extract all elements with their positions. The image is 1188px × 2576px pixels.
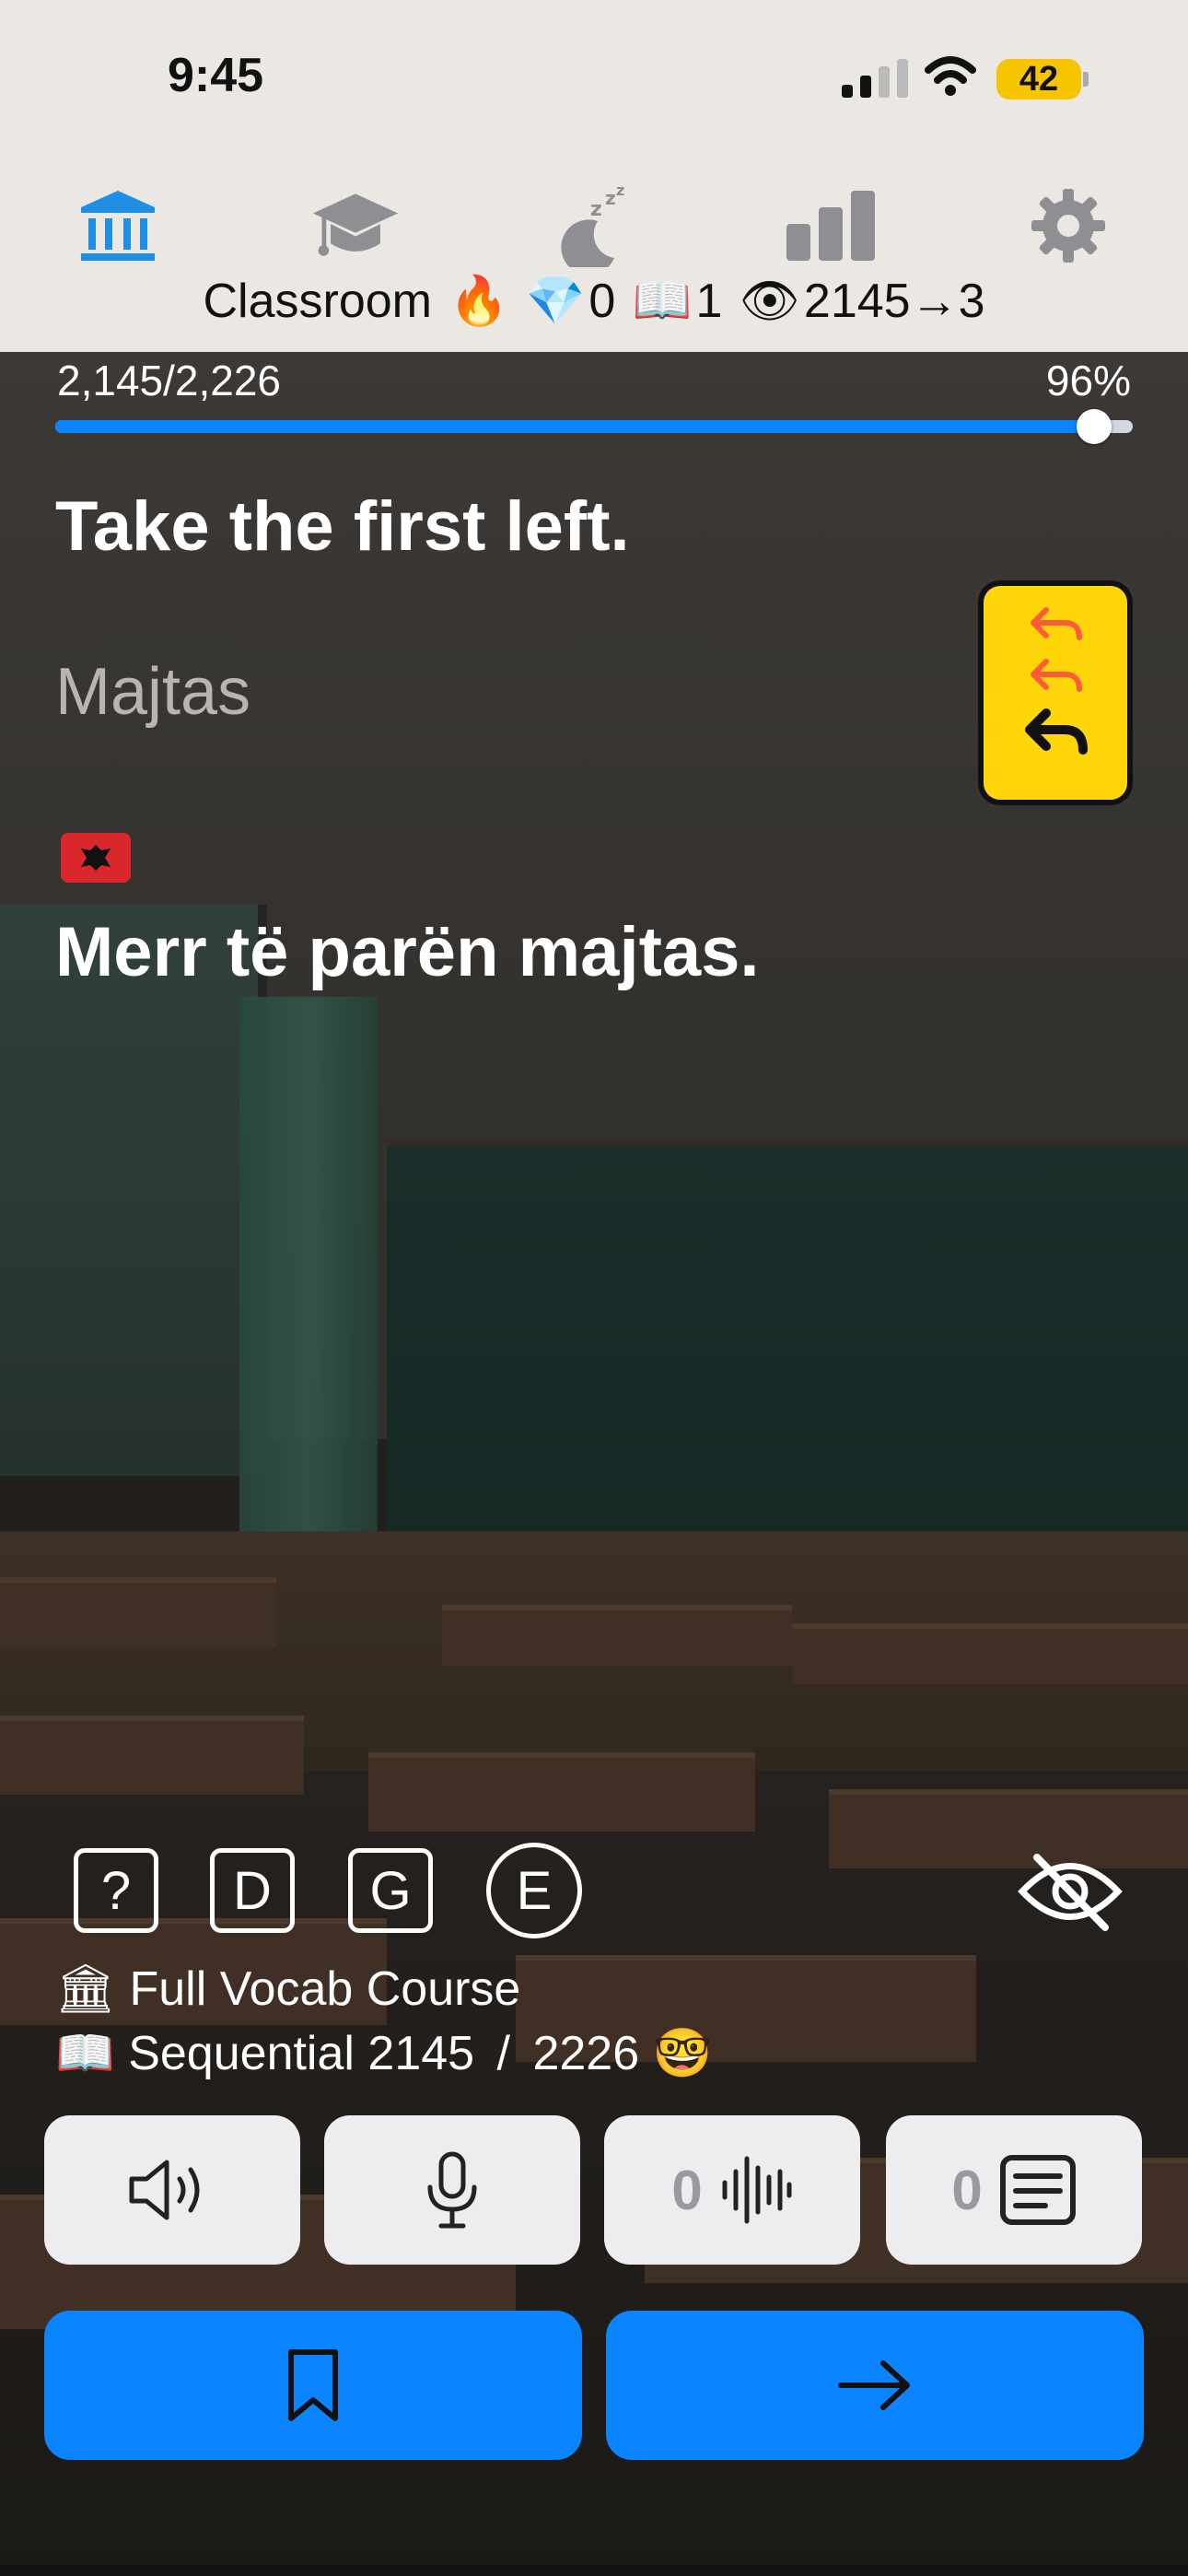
wifi-icon (925, 56, 976, 96)
waveform-icon (722, 2156, 792, 2224)
recordings-button[interactable]: 0 (604, 2115, 860, 2265)
bookmark-icon (288, 2349, 338, 2421)
fire-icon: 🔥 (448, 275, 509, 328)
svg-text:z: z (590, 198, 602, 221)
header-stats: Classroom 🔥 💎0 📖1 👁2145→3 (0, 273, 1188, 329)
tab-stats[interactable] (785, 184, 877, 267)
english-phrase[interactable]: Take the first left. (55, 486, 630, 567)
translated-phrase[interactable]: Merr të parën majtas. (55, 912, 760, 992)
gem-count: 0 (588, 275, 616, 328)
eye-slash-icon[interactable] (1017, 1850, 1124, 1933)
bank-icon (81, 191, 155, 261)
keyword-hint: Majtas (55, 655, 251, 729)
tab-course[interactable] (309, 184, 402, 267)
progress-count: 2,145/2,226 (57, 357, 282, 404)
header-title: Classroom (203, 275, 432, 328)
progress-track[interactable] (55, 420, 1133, 433)
turn-left-sign-card[interactable] (978, 580, 1133, 805)
question-button[interactable]: ? (74, 1848, 158, 1933)
tab-settings[interactable] (1022, 184, 1114, 267)
speak-button[interactable] (44, 2115, 300, 2265)
progress-fill (55, 420, 1094, 433)
top-bar: 9:45 42 z z z Classroom 🔥 💎0 📖1 👁2145→3 (0, 0, 1188, 352)
d-button[interactable]: D (210, 1848, 295, 1933)
battery-cap (1083, 72, 1089, 87)
course-mode: Sequential 2145 (128, 2027, 475, 2080)
seen-count: 2145→3 (803, 275, 985, 328)
svg-text:z: z (605, 187, 616, 209)
next-button[interactable] (606, 2311, 1144, 2460)
eye-icon: 👁 (739, 275, 800, 328)
text-document-icon (999, 2155, 1076, 2225)
status-time: 9:45 (168, 49, 264, 102)
book-icon: 📖 (632, 275, 693, 328)
moon-zzz-icon: z z z (561, 184, 624, 267)
transcripts-count: 0 (951, 2159, 983, 2221)
progress-percent: 96% (1045, 357, 1131, 404)
book-count: 1 (695, 275, 723, 328)
tab-classroom[interactable] (72, 184, 164, 267)
home-indicator-bar (0, 2565, 1188, 2576)
book-emoji-icon: 📖 (55, 2027, 115, 2080)
recordings-count: 0 (671, 2159, 703, 2221)
gem-icon: 💎 (525, 275, 586, 328)
arrow-right-icon (838, 2360, 910, 2410)
course-total: 2226 (532, 2027, 640, 2080)
course-name-line: 🏛 Full Vocab Course (55, 1961, 520, 2017)
transcripts-button[interactable]: 0 (886, 2115, 1142, 2265)
course-progress-line: 📖 Sequential 2145 / 2226 🤓 (55, 2025, 712, 2081)
microphone-icon (427, 2151, 477, 2229)
tab-sleep[interactable]: z z z (545, 184, 637, 267)
course-name: Full Vocab Course (129, 1962, 521, 2016)
graduation-cap-icon (312, 193, 399, 256)
bar-chart-icon (786, 191, 875, 261)
g-button[interactable]: G (348, 1848, 433, 1933)
bank-emoji-icon: 🏛 (55, 1962, 117, 2016)
speaker-icon (129, 2160, 200, 2220)
turn-left-arrows-icon (1025, 607, 1088, 755)
progress-slider-knob[interactable] (1076, 409, 1112, 444)
microphone-button[interactable] (324, 2115, 580, 2265)
svg-text:z: z (616, 184, 624, 199)
e-button[interactable]: E (486, 1843, 582, 1938)
battery-level: 42 (996, 59, 1081, 100)
course-separator: / (496, 2027, 510, 2080)
bookmark-button[interactable] (44, 2311, 582, 2460)
albania-flag-icon (61, 833, 131, 883)
nerd-face-icon: 🤓 (652, 2027, 713, 2080)
cellular-signal-icon (842, 59, 908, 98)
gear-icon (1031, 189, 1105, 263)
